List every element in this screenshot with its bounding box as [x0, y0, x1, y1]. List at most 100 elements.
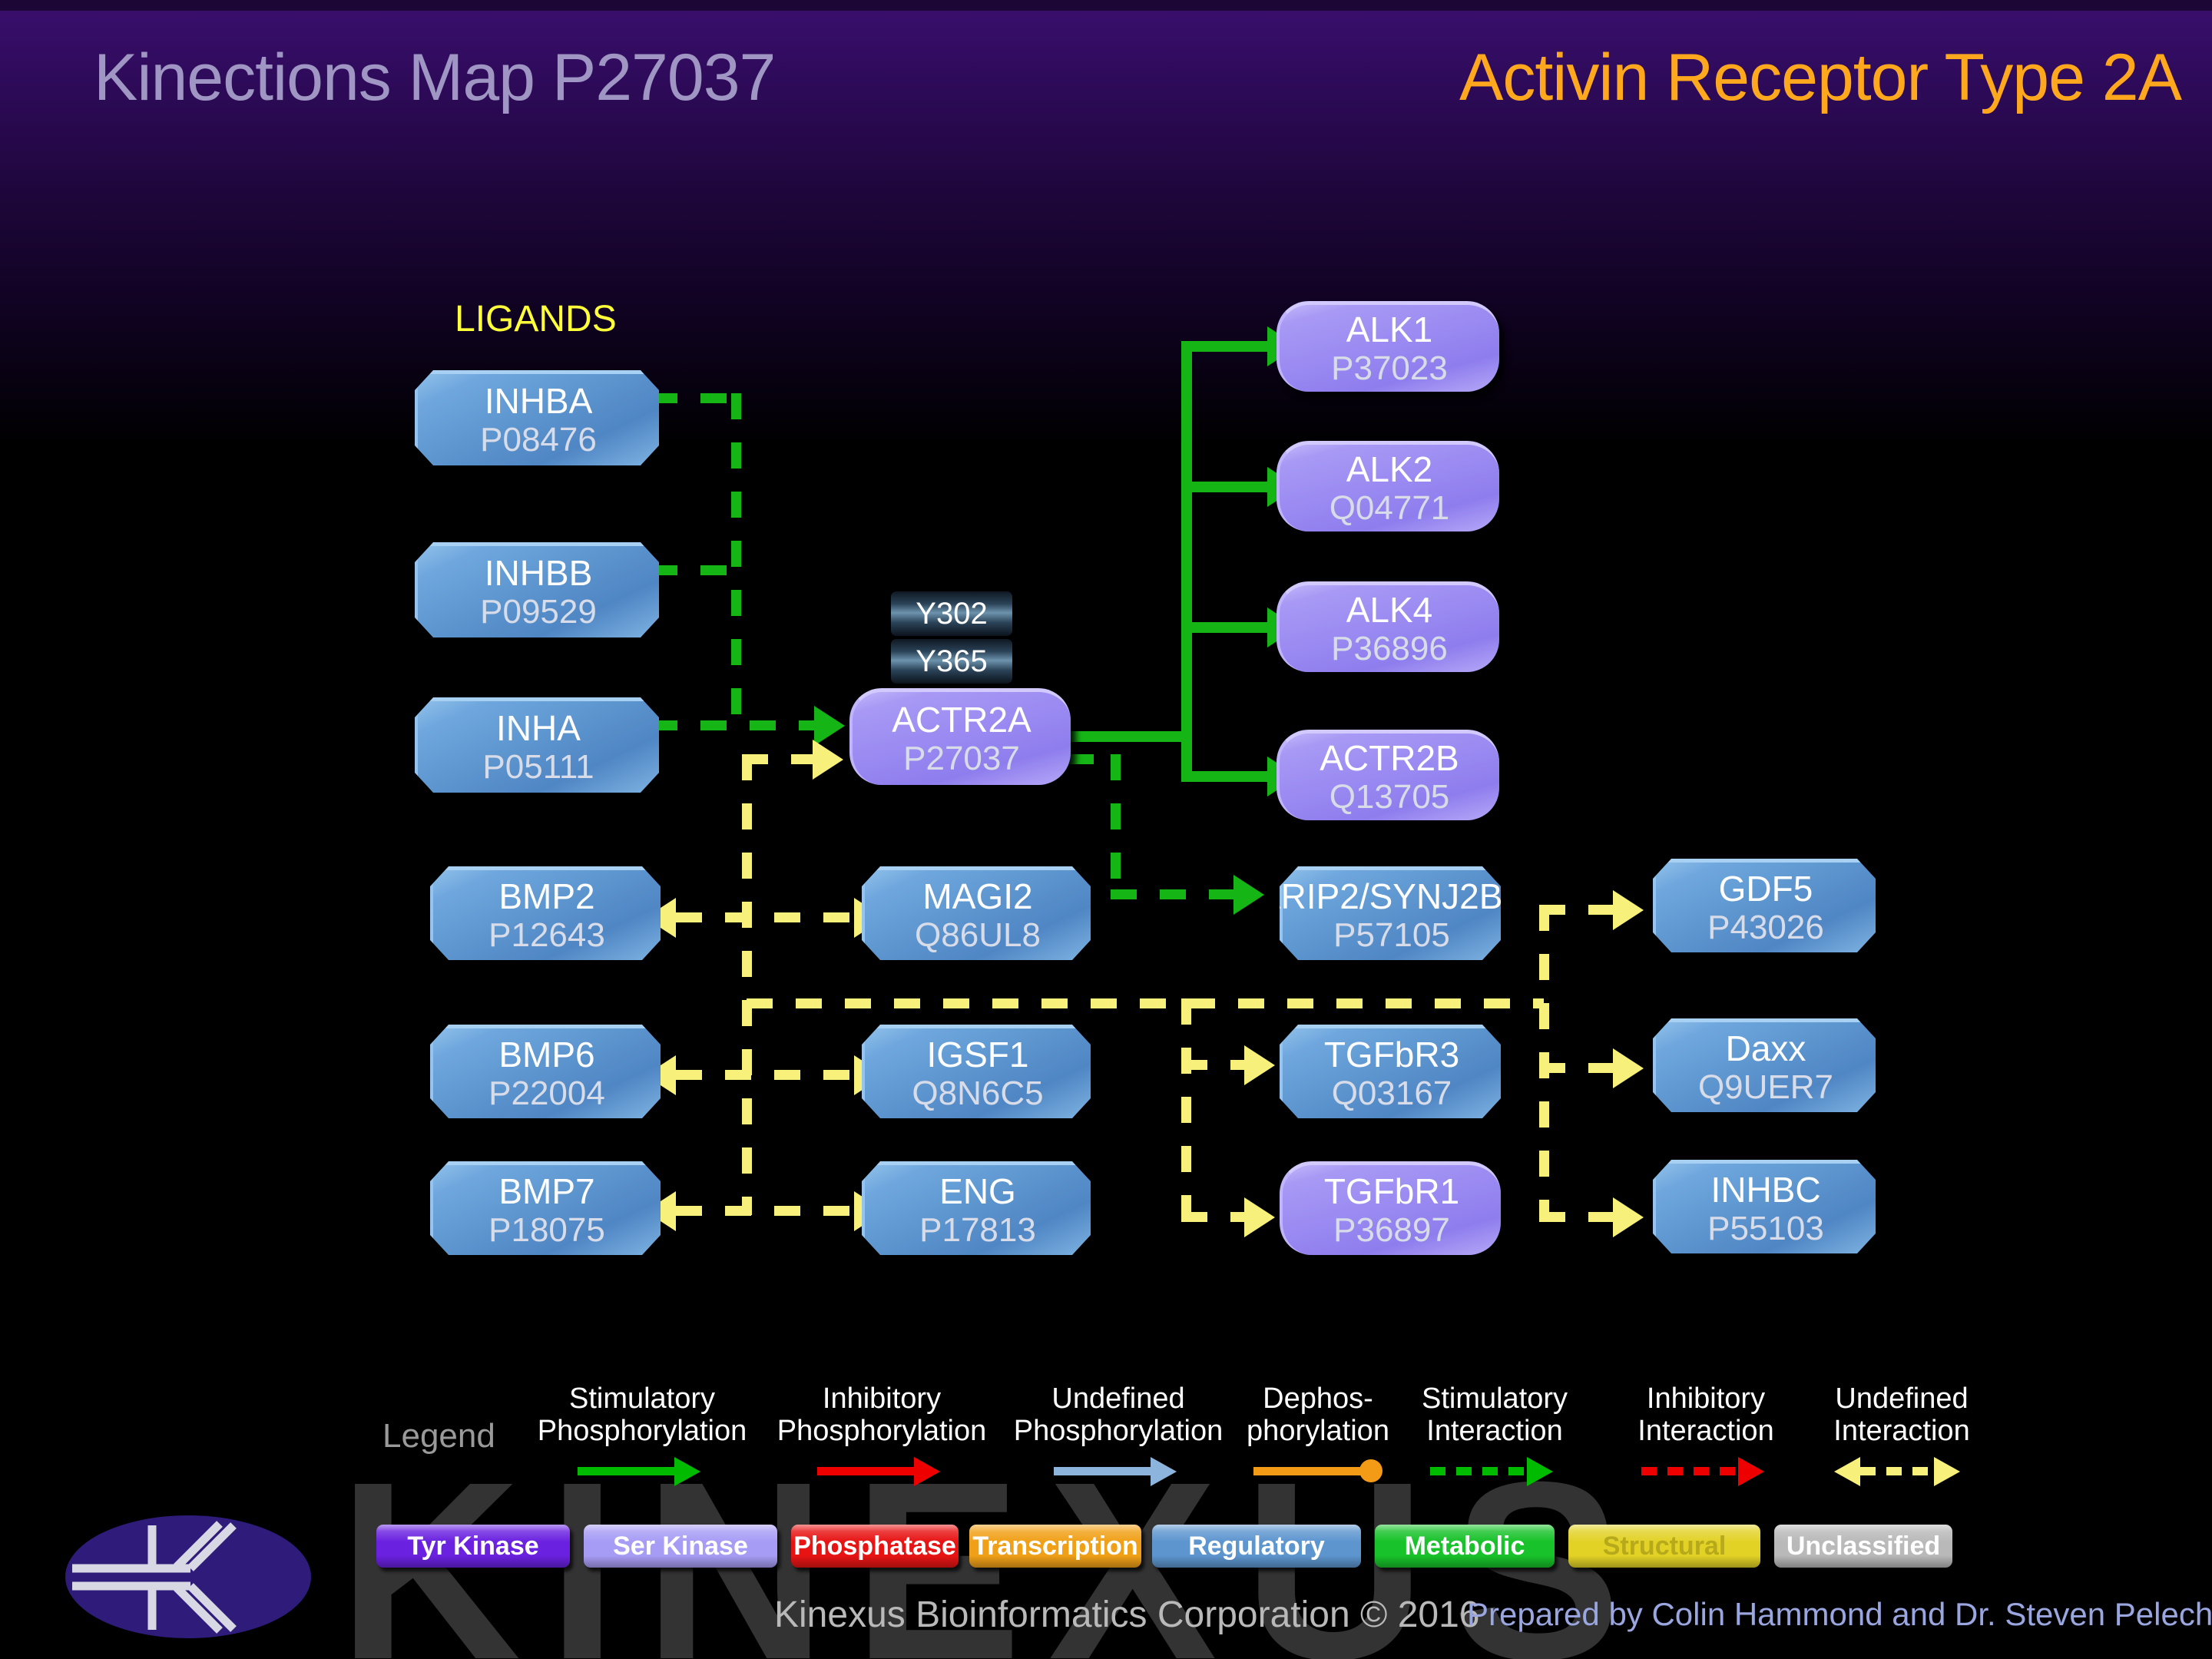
legend-arrowhead — [1151, 1457, 1177, 1486]
legend-arrow-icon — [1006, 1455, 1230, 1488]
legend-item-line2: Interaction — [1833, 1415, 1970, 1447]
category-pill-tyr-kinase[interactable]: Tyr Kinase — [376, 1525, 570, 1568]
node-arip2-synj2bp[interactable]: ARIP2/SYNJ2BP P57105 — [1280, 866, 1501, 960]
category-pill-structural[interactable]: Structural — [1568, 1525, 1760, 1568]
legend-item: Undefined Interaction — [1790, 1382, 2014, 1488]
category-pill-unclassified[interactable]: Unclassified — [1774, 1525, 1952, 1568]
node-accession: Q04771 — [1329, 488, 1450, 527]
node-inhba[interactable]: INHBA P08476 — [415, 370, 659, 465]
node-accession: P22004 — [488, 1074, 605, 1112]
node-accession: P12643 — [488, 916, 605, 954]
node-actr2b[interactable]: ACTR2B Q13705 — [1277, 730, 1499, 820]
category-pill-transcription[interactable]: Transcription — [969, 1525, 1141, 1568]
node-name: INHA — [496, 707, 581, 748]
edge-to-alk1-h — [1181, 341, 1275, 352]
node-magi2[interactable]: MAGI2 Q86UL8 — [862, 866, 1091, 960]
node-eng[interactable]: ENG P17813 — [862, 1161, 1091, 1255]
node-actr2a[interactable]: ACTR2A P27037 — [849, 688, 1071, 785]
edge-yellow-to-actr2a-h — [742, 754, 817, 764]
arrowhead-to-tgfbr3 — [1244, 1045, 1275, 1085]
legend-item-line1: Undefined — [1051, 1382, 1185, 1415]
edge-inhba-h — [651, 393, 740, 403]
node-accession: Q86UL8 — [915, 916, 1041, 954]
node-name: BMP6 — [498, 1034, 595, 1075]
edge-actr2a-out-h — [1068, 731, 1192, 742]
node-bmp2[interactable]: BMP2 P12643 — [430, 866, 661, 960]
node-accession: P27037 — [903, 739, 1020, 777]
edge-ligand-trunk-v — [731, 393, 741, 725]
node-inhbc[interactable]: INHBC P55103 — [1653, 1160, 1876, 1253]
legend-arrow-line — [817, 1467, 917, 1475]
edge-to-actr2b-h — [1181, 771, 1275, 782]
legend-arrow-icon — [770, 1455, 994, 1488]
edge-actr2a-arip2-h — [1111, 889, 1241, 899]
node-accession: Q9UER7 — [1697, 1068, 1834, 1106]
legend-item: Inhibitory Interaction — [1594, 1382, 1818, 1488]
node-accession: P55103 — [1707, 1209, 1824, 1247]
legend-arrowhead-left — [1834, 1457, 1860, 1486]
node-tgfbr3[interactable]: TGFbR3 Q03167 — [1280, 1025, 1501, 1118]
category-pill-regulatory[interactable]: Regulatory — [1152, 1525, 1361, 1568]
node-name: ALK4 — [1346, 589, 1433, 630]
edge-actr2a-arip2-v — [1111, 754, 1121, 894]
node-name: GDF5 — [1718, 868, 1813, 909]
legend-dephos-dot — [1359, 1459, 1382, 1482]
legend-item-line1: Undefined — [1835, 1382, 1969, 1415]
node-bmp7[interactable]: BMP7 P18075 — [430, 1161, 661, 1255]
node-name: TGFbR3 — [1323, 1034, 1460, 1075]
legend-arrowhead — [674, 1457, 700, 1486]
node-accession: Q8N6C5 — [912, 1074, 1044, 1112]
node-alk1[interactable]: ALK1 P37023 — [1277, 301, 1499, 392]
legend-arrow-icon — [1594, 1455, 1818, 1488]
node-alk4[interactable]: ALK4 P36896 — [1277, 581, 1499, 672]
arrowhead-to-daxx — [1613, 1048, 1644, 1088]
legend-arrow-icon — [1790, 1455, 2014, 1488]
ligands-section-label: LIGANDS — [455, 299, 617, 339]
category-pill-phosphatase[interactable]: Phosphatase — [791, 1525, 959, 1568]
node-name: ENG — [939, 1171, 1016, 1211]
legend-item: Stimulatory Interaction — [1382, 1382, 1607, 1488]
legend-item-line2: Interaction — [1426, 1415, 1563, 1447]
edge-inhbb-h — [651, 565, 740, 575]
legend-item-line1: Stimulatory — [1421, 1382, 1568, 1415]
node-igsf1[interactable]: IGSF1 Q8N6C5 — [862, 1025, 1091, 1118]
node-name: MAGI2 — [922, 876, 1033, 916]
node-name: INHBB — [484, 552, 593, 593]
copyright-text: Kinexus Bioinformatics Corporation © 201… — [774, 1594, 1480, 1635]
phosphosite-label: Y302 — [916, 596, 988, 631]
node-accession: P57105 — [1333, 916, 1450, 954]
node-accession: P05111 — [482, 747, 594, 786]
kinexus-logo — [61, 1512, 315, 1642]
legend-arrowhead — [1738, 1457, 1764, 1486]
node-name: IGSF1 — [926, 1034, 1029, 1075]
legend-arrow-line — [1641, 1467, 1741, 1475]
legend-arrow-line — [1430, 1467, 1530, 1475]
node-alk2[interactable]: ALK2 Q04771 — [1277, 441, 1499, 531]
node-bmp6[interactable]: BMP6 P22004 — [430, 1025, 661, 1118]
node-name: ARIP2/SYNJ2BP — [1257, 876, 1527, 916]
legend-item-line2: Phosphorylation — [537, 1415, 747, 1447]
node-inha[interactable]: INHA P05111 — [415, 697, 659, 793]
arrowhead-to-gdf5 — [1613, 890, 1644, 930]
legend-item: Inhibitory Phosphorylation — [770, 1382, 994, 1488]
node-name: INHBC — [1710, 1169, 1821, 1210]
phosphosite-badge-y365[interactable]: Y365 — [891, 639, 1012, 684]
legend-item-line1: Stimulatory — [568, 1382, 716, 1415]
category-pill-metabolic[interactable]: Metabolic — [1375, 1525, 1555, 1568]
phosphosite-label: Y365 — [916, 644, 988, 678]
arrowhead-to-arip2 — [1233, 875, 1264, 915]
legend-arrowhead — [914, 1457, 940, 1486]
node-daxx[interactable]: Daxx Q9UER7 — [1653, 1018, 1876, 1112]
legend-item-line1: Inhibitory — [822, 1382, 942, 1415]
edge-inha-h — [651, 720, 822, 730]
node-gdf5[interactable]: GDF5 P43026 — [1653, 859, 1876, 952]
category-pill-ser-kinase[interactable]: Ser Kinase — [584, 1525, 777, 1568]
node-name: ACTR2A — [892, 699, 1031, 740]
edge-yellow-to-inhbc-h — [1539, 1212, 1618, 1222]
arrowhead-to-actr2a-yellow — [813, 740, 843, 780]
node-inhbb[interactable]: INHBB P09529 — [415, 542, 659, 637]
node-tgfbr1[interactable]: TGFbR1 P36897 — [1280, 1161, 1501, 1255]
edge-to-alk4-h — [1181, 622, 1275, 633]
phosphosite-badge-y302[interactable]: Y302 — [891, 591, 1012, 636]
node-accession: P17813 — [919, 1210, 1036, 1249]
